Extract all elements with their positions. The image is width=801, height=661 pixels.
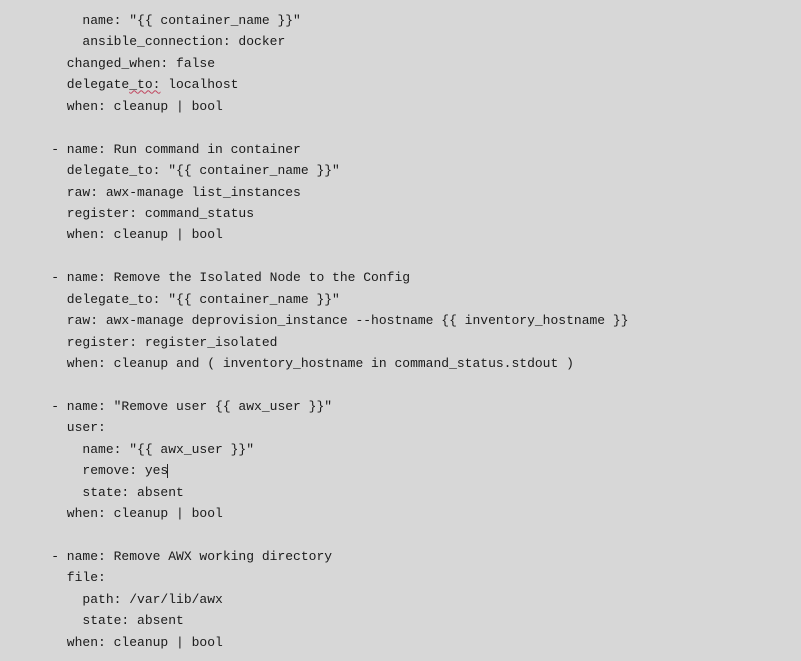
code-line: when: cleanup | bool [20,635,223,650]
code-line: raw: awx-manage list_instances [20,185,301,200]
code-line: - name: Remove AWX working directory [20,549,332,564]
spellcheck-underline: _to: [129,77,160,92]
code-line: register: register_isolated [20,335,277,350]
code-line: path: /var/lib/awx [20,592,223,607]
code-line: user: [20,420,106,435]
code-line: name: "{{ awx_user }}" [20,442,254,457]
code-line: ansible_connection: docker [20,34,285,49]
code-line: raw: awx-manage deprovision_instance --h… [20,313,629,328]
code-line: changed_when: false [20,56,215,71]
text-cursor [167,464,168,478]
code-line: - name: Run command in container [20,142,301,157]
code-line: state: absent [20,613,184,628]
code-line: when: cleanup | bool [20,227,223,242]
code-line: when: cleanup | bool [20,506,223,521]
yaml-code-block: name: "{{ container_name }}" ansible_con… [20,10,781,653]
code-line: delegate_to: "{{ container_name }}" [20,292,340,307]
code-line: register: command_status [20,206,254,221]
code-line: when: cleanup and ( inventory_hostname i… [20,356,574,371]
code-line: delegate_to: localhost [20,77,238,92]
code-line: - name: "Remove user {{ awx_user }}" [20,399,332,414]
code-line: name: "{{ container_name }}" [20,13,301,28]
code-line: file: [20,570,106,585]
code-line: state: absent [20,485,184,500]
code-line: delegate_to: "{{ container_name }}" [20,163,340,178]
code-line: remove: yes [20,463,168,478]
code-line: - name: Remove the Isolated Node to the … [20,270,410,285]
code-line: when: cleanup | bool [20,99,223,114]
